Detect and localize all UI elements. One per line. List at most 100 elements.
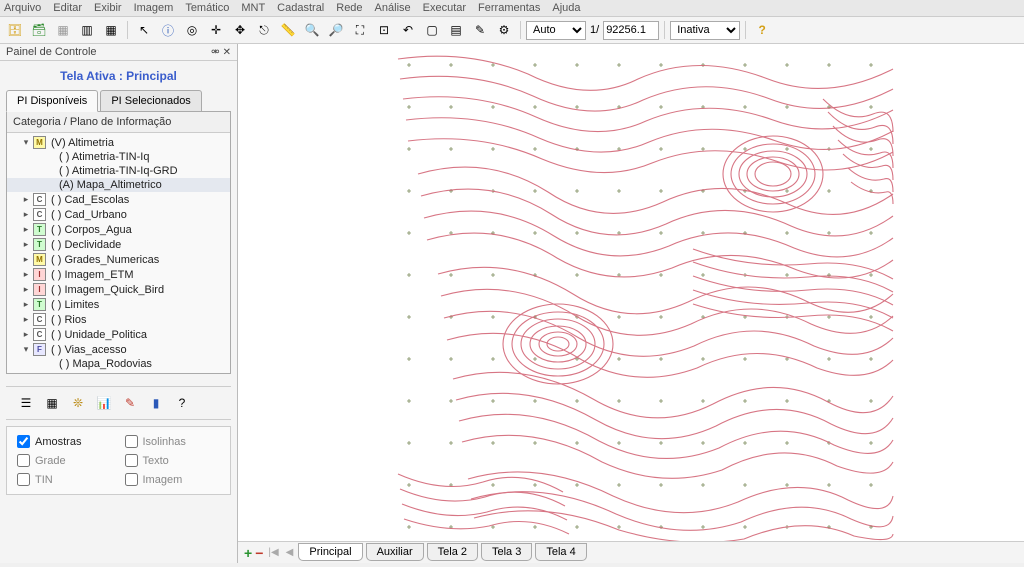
- help-icon[interactable]: ?: [751, 19, 773, 41]
- tree-item[interactable]: ▸C( ) Cad_Escolas: [7, 192, 230, 207]
- target-icon[interactable]: ◎: [181, 19, 203, 41]
- tree-item[interactable]: (A) Mapa_Altimetrico: [7, 178, 230, 192]
- tree-item[interactable]: ▸C( ) Unidade_Politica: [7, 327, 230, 342]
- tree-item[interactable]: ▸C( ) Cad_Urbano: [7, 207, 230, 222]
- view-nav-first-icon[interactable]: |◀: [266, 547, 280, 558]
- tab-pi-selecionados[interactable]: PI Selecionados: [100, 90, 202, 112]
- expand-icon[interactable]: ▾: [21, 138, 31, 148]
- zoom-out-icon[interactable]: 🔎: [325, 19, 347, 41]
- expand-icon[interactable]: ▸: [21, 270, 31, 280]
- checkbox[interactable]: [17, 454, 30, 467]
- tree-item[interactable]: ( ) Atimetria-TIN-Iq-GRD: [7, 164, 230, 178]
- add-view-icon[interactable]: +: [244, 545, 252, 561]
- check-isolinhas[interactable]: Isolinhas: [125, 435, 221, 448]
- expand-icon[interactable]: ▸: [21, 285, 31, 295]
- cursor-icon[interactable]: ↖: [133, 19, 155, 41]
- scale-mode-select[interactable]: Auto: [526, 21, 586, 40]
- menu-ferramentas[interactable]: Ferramentas: [478, 2, 540, 14]
- view-nav-prev-icon[interactable]: ◀: [284, 547, 296, 558]
- menu-imagem[interactable]: Imagem: [134, 2, 174, 14]
- legend-icon[interactable]: ❊: [68, 393, 88, 413]
- check-amostras[interactable]: Amostras: [17, 435, 113, 448]
- menu-editar[interactable]: Editar: [53, 2, 82, 14]
- zoom-extent-icon[interactable]: ⊡: [373, 19, 395, 41]
- tree-item[interactable]: ( ) Atimetria-TIN-Iq: [7, 150, 230, 164]
- view-tab-tela2[interactable]: Tela 2: [427, 543, 478, 561]
- tree-item[interactable]: ▸T( ) Corpos_Agua: [7, 222, 230, 237]
- menu-rede[interactable]: Rede: [336, 2, 362, 14]
- tree-item[interactable]: ▸M( ) Grades_Numericas: [7, 252, 230, 267]
- expand-icon[interactable]: ▸: [21, 315, 31, 325]
- tab-pi-disponiveis[interactable]: PI Disponíveis: [6, 90, 98, 112]
- expand-icon[interactable]: ▸: [21, 225, 31, 235]
- zoom-prev-icon[interactable]: ↶: [397, 19, 419, 41]
- draw-icon[interactable]: ✎: [120, 393, 140, 413]
- expand-icon[interactable]: ▸: [21, 300, 31, 310]
- checkbox[interactable]: [125, 473, 138, 486]
- remove-view-icon[interactable]: −: [255, 545, 263, 561]
- tool-a-icon[interactable]: ⚙: [493, 19, 515, 41]
- link-icon[interactable]: ⎋: [253, 19, 275, 41]
- expand-icon[interactable]: ▸: [21, 195, 31, 205]
- ruler-icon[interactable]: ▤: [445, 19, 467, 41]
- contour-map: [388, 44, 898, 541]
- chart-icon[interactable]: 📊: [94, 393, 114, 413]
- view-tab-tela3[interactable]: Tela 3: [481, 543, 532, 561]
- menu-ajuda[interactable]: Ajuda: [552, 2, 580, 14]
- check-grade[interactable]: Grade: [17, 454, 113, 467]
- tree-item[interactable]: ( ) Mapa_Rodovias: [7, 357, 230, 371]
- crosshair-icon[interactable]: ✛: [205, 19, 227, 41]
- expand-icon[interactable]: ▸: [21, 330, 31, 340]
- checkbox[interactable]: [125, 435, 138, 448]
- layers-icon[interactable]: ▦: [52, 19, 74, 41]
- checkbox[interactable]: [17, 473, 30, 486]
- view-tab-tela4[interactable]: Tela 4: [535, 543, 586, 561]
- info-icon[interactable]: ⓘ: [157, 19, 179, 41]
- tree-item[interactable]: ▸T( ) Declividade: [7, 237, 230, 252]
- panel-icon[interactable]: ▥: [76, 19, 98, 41]
- zoom-area-icon[interactable]: ⛶: [349, 19, 371, 41]
- tree-item[interactable]: ▸I( ) Imagem_ETM: [7, 267, 230, 282]
- view-tab-principal[interactable]: Principal: [298, 543, 362, 561]
- expand-icon[interactable]: ▸: [21, 240, 31, 250]
- menu-mnt[interactable]: MNT: [241, 2, 265, 14]
- tree-item[interactable]: ▸C( ) Rios: [7, 312, 230, 327]
- arrows-icon[interactable]: ✥: [229, 19, 251, 41]
- check-tin[interactable]: TIN: [17, 473, 113, 486]
- window-icon[interactable]: ▢: [421, 19, 443, 41]
- measure-icon[interactable]: 📏: [277, 19, 299, 41]
- table-icon[interactable]: ▦: [42, 393, 62, 413]
- db-green-icon[interactable]: 🗃: [28, 19, 50, 41]
- list-icon[interactable]: ☰: [16, 393, 36, 413]
- check-texto[interactable]: Texto: [125, 454, 221, 467]
- close-icon[interactable]: ✕: [223, 47, 231, 58]
- tree-item[interactable]: ▸T( ) Limites: [7, 297, 230, 312]
- checkbox[interactable]: [17, 435, 30, 448]
- graph-icon[interactable]: ✎: [469, 19, 491, 41]
- zoom-in-icon[interactable]: 🔍: [301, 19, 323, 41]
- scale-value-input[interactable]: [603, 21, 659, 40]
- check-imagem[interactable]: Imagem: [125, 473, 221, 486]
- grid-icon[interactable]: ▦: [100, 19, 122, 41]
- menu-analise[interactable]: Análise: [375, 2, 411, 14]
- tree-item[interactable]: ▾M(V) Altimetria: [7, 135, 230, 150]
- menu-cadastral[interactable]: Cadastral: [277, 2, 324, 14]
- menu-exibir[interactable]: Exibir: [94, 2, 122, 14]
- state-select[interactable]: Inativa: [670, 21, 740, 40]
- check-label: Grade: [35, 455, 66, 467]
- db-icon[interactable]: 🗄: [4, 19, 26, 41]
- menu-tematico[interactable]: Temático: [185, 2, 229, 14]
- menu-executar[interactable]: Executar: [423, 2, 466, 14]
- expand-icon[interactable]: ▾: [21, 345, 31, 355]
- pin-icon[interactable]: ⚮: [211, 47, 219, 58]
- menu-arquivo[interactable]: Arquivo: [4, 2, 41, 14]
- view-tab-auxiliar[interactable]: Auxiliar: [366, 543, 424, 561]
- expand-icon[interactable]: ▸: [21, 255, 31, 265]
- book-icon[interactable]: ▮: [146, 393, 166, 413]
- tree-item[interactable]: ▸I( ) Imagem_Quick_Bird: [7, 282, 230, 297]
- tree-item[interactable]: ▾F( ) Vias_acesso: [7, 342, 230, 357]
- expand-icon[interactable]: ▸: [21, 210, 31, 220]
- checkbox[interactable]: [125, 454, 138, 467]
- help2-icon[interactable]: ?: [172, 393, 192, 413]
- map-canvas[interactable]: [238, 44, 1024, 541]
